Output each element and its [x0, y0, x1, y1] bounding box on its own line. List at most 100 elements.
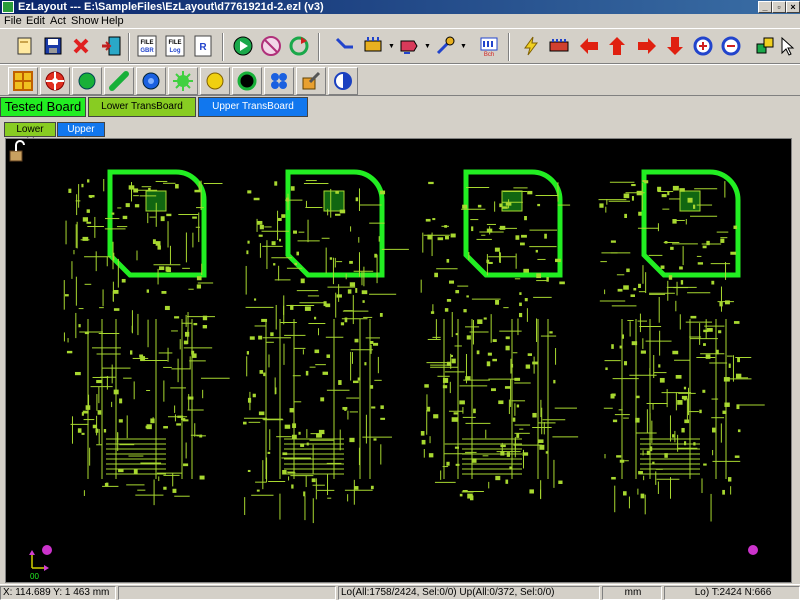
stop-button[interactable]	[258, 33, 284, 59]
exit-button[interactable]	[98, 33, 124, 59]
grid-icon	[13, 71, 33, 91]
toolbar-separator	[318, 33, 320, 61]
pcb-tool-icon	[364, 37, 382, 52]
tab-upper-transboard[interactable]: Upper TransBoard	[198, 97, 308, 117]
target-button[interactable]	[40, 67, 70, 95]
menu-act[interactable]: Act	[50, 14, 66, 28]
highlight-button[interactable]	[518, 33, 544, 59]
view-toolbar	[0, 64, 800, 96]
arrow-left-icon	[580, 38, 598, 54]
close-file-button[interactable]	[68, 33, 94, 59]
svg-text:FILE: FILE	[141, 40, 154, 46]
menu-edit[interactable]: Edit	[26, 14, 45, 28]
fiducial-marker-left	[42, 545, 52, 555]
menu-show[interactable]: Show	[71, 14, 99, 28]
board-panel	[63, 169, 230, 506]
green-pad-button[interactable]	[72, 67, 102, 95]
file-log-icon: FILE Log	[165, 35, 185, 57]
route-button[interactable]	[332, 33, 358, 59]
pcb-tool-button[interactable]	[360, 33, 386, 59]
new-file-button[interactable]	[12, 33, 38, 59]
maximize-button[interactable]: ▫	[772, 1, 786, 13]
board-panel	[420, 169, 579, 501]
toolbar-separator	[128, 33, 130, 61]
status-unit: mm	[602, 586, 662, 600]
probe-icon	[400, 40, 418, 54]
tab-lower-side[interactable]: Lower Side	[4, 122, 56, 148]
play-icon	[233, 36, 253, 56]
move-right-button[interactable]	[634, 33, 660, 59]
cluster-button[interactable]	[264, 67, 294, 95]
move-up-button[interactable]	[604, 33, 630, 59]
dropdown-arrow-icon[interactable]: ▼	[460, 43, 467, 50]
blue-circle-icon	[142, 72, 160, 90]
svg-text:Bch: Bch	[484, 52, 494, 57]
batch-button[interactable]: Bch	[476, 33, 502, 59]
report-button[interactable]: R	[190, 33, 216, 59]
svg-text:Log: Log	[170, 48, 181, 54]
tab-lower-transboard[interactable]: Lower TransBoard	[88, 97, 196, 117]
menu-bar: File Edit Act Show Help	[0, 14, 800, 28]
refresh-icon	[289, 36, 309, 56]
svg-text:R: R	[199, 42, 207, 53]
menu-file[interactable]: File	[4, 14, 22, 28]
file-gbr-icon: FILE GBR	[137, 35, 157, 57]
yellow-circle-icon	[206, 72, 224, 90]
zoom-out-button[interactable]	[718, 33, 744, 59]
status-counts: Lo(All:1758/2424, Sel:0/0) Up(All:0/372,…	[338, 586, 600, 600]
svg-text:GBR: GBR	[140, 48, 154, 54]
save-icon	[44, 37, 62, 55]
zoom-in-button[interactable]	[690, 33, 716, 59]
edit-pad-button[interactable]	[296, 67, 326, 95]
window-title: EzLayout --- E:\SampleFiles\EzLayout\d77…	[18, 1, 324, 13]
batch-icon: Bch	[480, 37, 498, 57]
report-icon: R	[194, 35, 212, 57]
ring-pad-button[interactable]	[232, 67, 262, 95]
pcb-canvas[interactable]: 00	[5, 138, 792, 583]
half-circle-button[interactable]	[328, 67, 358, 95]
move-left-button[interactable]	[576, 33, 602, 59]
layers-icon	[756, 37, 774, 54]
arrow-right-icon	[638, 38, 656, 54]
minimize-button[interactable]: _	[758, 1, 772, 13]
trace-button[interactable]	[104, 67, 134, 95]
components-button[interactable]	[546, 33, 572, 59]
settings-button[interactable]	[432, 33, 458, 59]
layers-button[interactable]	[752, 33, 778, 59]
lightning-icon	[524, 36, 538, 56]
starburst-icon	[173, 71, 193, 91]
starburst-button[interactable]	[168, 67, 198, 95]
arrow-down-icon	[667, 37, 683, 55]
refresh-button[interactable]	[286, 33, 312, 59]
pcb-layout-view[interactable]: 00	[6, 139, 791, 582]
status-empty-1	[118, 586, 336, 600]
save-button[interactable]	[40, 33, 66, 59]
move-down-button[interactable]	[662, 33, 688, 59]
green-circle-icon	[78, 72, 96, 90]
dropdown-arrow-icon[interactable]: ▼	[388, 43, 395, 50]
dropdown-arrow-icon[interactable]: ▼	[424, 43, 431, 50]
toolbar-separator	[222, 33, 224, 61]
tab-tested-board[interactable]: Tested Board	[0, 97, 86, 117]
close-button[interactable]: ×	[786, 1, 800, 13]
run-button[interactable]	[230, 33, 256, 59]
menu-help[interactable]: Help	[101, 14, 124, 28]
red-x-icon	[73, 38, 89, 54]
lock-icon[interactable]	[9, 140, 25, 162]
file-gbr-button[interactable]: FILE GBR	[134, 33, 160, 59]
svg-text:FILE: FILE	[169, 40, 182, 46]
crosshair-target-icon	[45, 71, 65, 91]
probe-button[interactable]	[396, 33, 422, 59]
status-coordinates: X: 114.689 Y: 1 463 mm	[0, 586, 116, 600]
pointer-button[interactable]	[778, 33, 798, 59]
half-circle-icon	[334, 72, 352, 90]
file-log-button[interactable]: FILE Log	[162, 33, 188, 59]
door-exit-icon	[102, 36, 121, 56]
new-file-icon	[17, 37, 32, 55]
grid-view-button[interactable]	[8, 67, 38, 95]
diagonal-trace-icon	[109, 71, 129, 91]
wrench-icon	[436, 36, 455, 55]
via-button[interactable]	[136, 67, 166, 95]
yellow-pad-button[interactable]	[200, 67, 230, 95]
tab-upper-side[interactable]: Upper Side	[57, 122, 105, 148]
